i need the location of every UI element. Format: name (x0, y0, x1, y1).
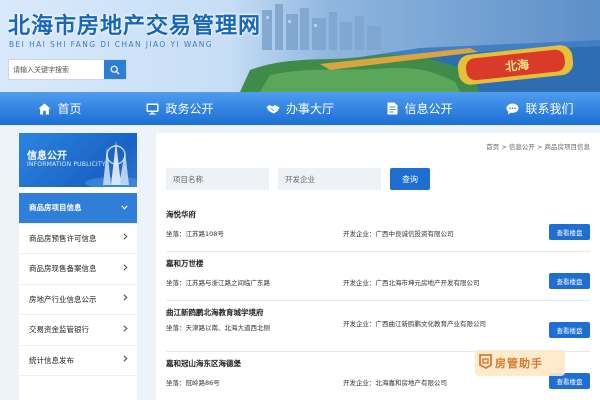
breadcrumb-separator: > (536, 143, 543, 151)
list-item: 海悦华府 坐落：江苏路108号 开发企业：广西中良诚信投资有限公司 查看楼盘 (166, 203, 590, 252)
sidebar-item-label: 商品房预售许可信息 (29, 233, 97, 243)
home-icon (38, 103, 51, 115)
list-item: 曲江新鸥鹏北海教育城学境府 坐落：天津路以南、北海大道西北侧 开发企业：广西曲江… (166, 301, 590, 352)
nav-label: 办事大厅 (285, 102, 334, 116)
nav-label: 政务公开 (165, 102, 214, 116)
chevron-down-icon (121, 203, 128, 213)
list-item: 嘉和万世楼 坐落：江苏路与浙江路之间临广东路 开发企业：广西北海市坤元房地产开发… (166, 252, 590, 301)
sidebar-item-label: 统计信息发布 (29, 355, 74, 365)
query-button[interactable]: 查询 (390, 168, 430, 190)
search-box (8, 59, 127, 80)
sidebar-item-sale-filings[interactable]: 商品房现售备案信息 (19, 254, 137, 285)
project-developer: 开发企业：广西曲江新鸥鹏文化教育产业有限公司 (343, 320, 486, 328)
chevron-right-icon (123, 233, 128, 243)
project-address: 坐落：天津路以南、北海大道西北侧 (166, 324, 270, 332)
sidebar-menu: 商品房项目信息 商品房预售许可信息 商品房现售备案信息 房地产行业信息公示 交易… (19, 193, 137, 376)
view-project-button[interactable]: 查看楼盘 (549, 273, 590, 289)
view-project-button[interactable]: 查看楼盘 (549, 224, 590, 240)
chevron-right-icon (123, 355, 128, 365)
nav-item-contact-us[interactable]: 联系我们 (480, 92, 600, 125)
project-developer: 开发企业：广西北海市坤元房地产开发有限公司 (343, 279, 480, 287)
search-button[interactable] (104, 60, 126, 79)
search-icon (110, 65, 120, 74)
breadcrumb-current: 商品房项目信息 (544, 143, 591, 151)
project-developer: 开发企业：广西中良诚信投资有限公司 (343, 230, 454, 238)
project-address: 坐落：江苏路与浙江路之间临广东路 (166, 279, 270, 287)
breadcrumb-separator: > (501, 143, 507, 151)
sidebar-item-industry-notices[interactable]: 房地产行业信息公示 (19, 285, 137, 315)
document-icon (387, 102, 398, 115)
sidebar-item-statistics[interactable]: 统计信息发布 (19, 346, 137, 376)
chevron-right-icon (123, 294, 128, 304)
sidebar-item-label: 商品房现售备案信息 (29, 264, 97, 274)
view-project-button[interactable]: 查看楼盘 (549, 322, 590, 338)
nav-label: 信息公开 (404, 102, 453, 116)
site-banner: 北海 北海市房地产交易管理网 BEI HAI SHI FANG DI CHAN … (0, 0, 600, 92)
search-input[interactable] (9, 60, 104, 79)
sidebar-item-escrow-banks[interactable]: 交易资金监管银行 (19, 315, 137, 346)
breadcrumb-home[interactable]: 首页 (486, 143, 499, 151)
site-subtitle: BEI HAI SHI FANG DI CHAN JIAO YI WANG (9, 40, 214, 49)
project-name[interactable]: 海悦华府 (166, 209, 196, 220)
sidebar-banner: 信息公开 INFORMATION PUBLICITY (19, 133, 137, 187)
site-title: 北海市房地产交易管理网 (8, 14, 262, 39)
chevron-right-icon (123, 264, 128, 274)
app-logo-icon (479, 353, 493, 373)
sidebar-item-label: 交易资金监管银行 (29, 325, 89, 335)
handshake-icon (266, 103, 280, 115)
project-name[interactable]: 嘉和万世楼 (166, 258, 204, 269)
nav-item-service-hall[interactable]: 办事大厅 (240, 92, 360, 125)
watermark-text: 房管助手 (495, 357, 543, 370)
nav-label: 首页 (57, 102, 82, 116)
main-nav: 首页 政务公开 办事大厅 信息公开 联系我们 (0, 92, 600, 125)
breadcrumb: 首页 > 信息公开 > 商品房项目信息 (486, 141, 590, 151)
sidebar-item-label: 商品房项目信息 (29, 203, 82, 213)
nav-item-home[interactable]: 首页 (0, 92, 120, 125)
project-name[interactable]: 曲江新鸥鹏北海教育城学境府 (166, 307, 264, 318)
nav-item-information-disclosure[interactable]: 信息公开 (360, 92, 480, 125)
watermark: 房管助手 (475, 350, 565, 376)
chevron-right-icon (123, 325, 128, 335)
project-address: 坐落：江苏路108号 (166, 230, 224, 238)
developer-input[interactable] (278, 168, 381, 190)
project-name-input[interactable] (166, 168, 269, 190)
sidebar-banner-title: 信息公开 (27, 151, 67, 162)
project-developer: 开发企业：北海嘉和房地产有限公司 (343, 379, 447, 387)
sidebar-item-label: 房地产行业信息公示 (29, 294, 97, 304)
sidebar-item-presale-permits[interactable]: 商品房预售许可信息 (19, 224, 137, 254)
project-name[interactable]: 嘉和冠山海东区海德堡 (166, 358, 241, 369)
filter-row: 查询 (166, 168, 430, 190)
nav-label: 联系我们 (525, 102, 574, 116)
sidebar-banner-subtitle: INFORMATION PUBLICITY (27, 161, 106, 168)
sidebar-item-commercial-housing-projects[interactable]: 商品房项目信息 (19, 193, 137, 224)
monitor-icon (146, 103, 159, 115)
nav-item-government-affairs[interactable]: 政务公开 (120, 92, 240, 125)
banner-sign-text: 北海 (504, 57, 529, 74)
breadcrumb-information-disclosure[interactable]: 信息公开 (509, 143, 535, 151)
chat-icon (506, 103, 519, 115)
sidebar: 信息公开 INFORMATION PUBLICITY 商品房项目信息 商品房预售… (19, 133, 137, 400)
project-address: 坐落：冠岭路86号 (166, 379, 220, 387)
